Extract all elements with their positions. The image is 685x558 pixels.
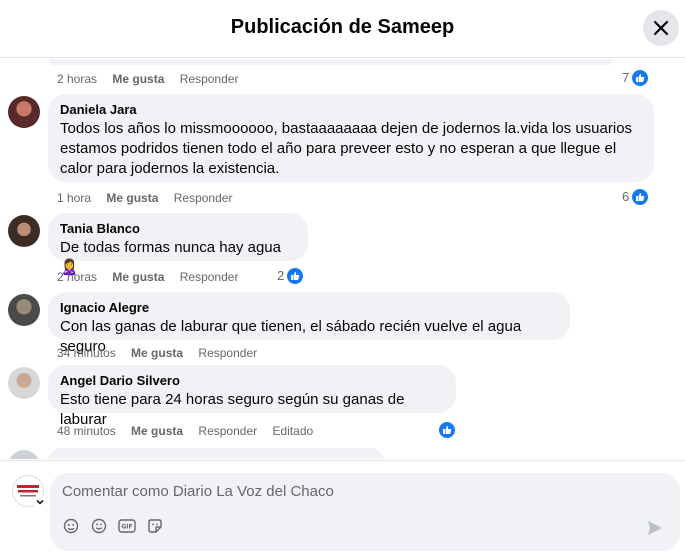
comment-bubble: Angel Dario Silvero Esto tiene para 24 h…: [48, 365, 456, 428]
comment-actions: 1 hora Me gusta Responder: [57, 190, 244, 206]
reaction-count-number: 2: [277, 268, 285, 283]
comment-bubble-partial: [48, 59, 613, 65]
reply-link[interactable]: Responder: [180, 72, 239, 86]
reaction-count[interactable]: 7: [622, 69, 650, 87]
reaction-count[interactable]: 6: [622, 188, 650, 206]
dialog-header: Publicación de Sameep: [0, 0, 685, 58]
emoji-button[interactable]: [90, 517, 108, 535]
thumbs-up-icon: [631, 188, 650, 206]
comment-actions: 34 minutos Me gusta Responder: [57, 345, 269, 361]
comment-input[interactable]: Comentar como Diario La Voz del Chaco: [62, 483, 334, 500]
reply-link[interactable]: Responder: [198, 424, 257, 438]
comment-actions: 2 horas Me gusta Responder: [57, 269, 250, 285]
like-link[interactable]: Me gusta: [131, 346, 183, 360]
comment-text: Todos los años lo missmoooooo, bastaaaaa…: [60, 120, 633, 177]
emoji-icon: [91, 518, 107, 534]
like-link[interactable]: Me gusta: [112, 270, 164, 284]
thumbs-up-icon: [631, 69, 650, 87]
close-icon: [653, 20, 669, 36]
comment-author[interactable]: Tania Blanco: [60, 221, 296, 237]
svg-text:GIF: GIF: [121, 524, 132, 531]
comment-bubble-partial: [48, 448, 384, 459]
composer-toolbar: GIF: [62, 517, 164, 535]
comment-time[interactable]: 48 minutos: [57, 424, 116, 438]
reaction-count-number: 7: [622, 70, 630, 85]
like-link[interactable]: Me gusta: [112, 72, 164, 86]
sticker-button[interactable]: [146, 517, 164, 535]
reaction-count-number: 6: [622, 189, 630, 204]
gif-icon: GIF: [118, 519, 136, 533]
avatar[interactable]: [8, 367, 40, 399]
thumbs-up-icon: [438, 421, 456, 439]
comment-time[interactable]: 2 horas: [57, 270, 97, 284]
chevron-down-icon: [36, 499, 44, 505]
comments-feed[interactable]: 2 horas Me gusta Responder 7 Daniela Jar…: [0, 59, 685, 459]
comment-input-box[interactable]: Comentar como Diario La Voz del Chaco GI…: [50, 473, 680, 551]
sticker-icon: [148, 519, 162, 533]
comment-actions: 48 minutos Me gusta Responder Editado: [57, 423, 325, 439]
dialog-title: Publicación de Sameep: [230, 16, 455, 38]
reply-link[interactable]: Responder: [198, 346, 257, 360]
like-link[interactable]: Me gusta: [131, 424, 183, 438]
thumbs-up-icon: [286, 267, 305, 285]
avatar[interactable]: [8, 215, 40, 247]
gif-button[interactable]: GIF: [118, 517, 136, 535]
avatar[interactable]: [8, 294, 40, 326]
avatar[interactable]: [8, 96, 40, 128]
like-link[interactable]: Me gusta: [106, 191, 158, 205]
reaction-count[interactable]: 2: [277, 267, 305, 285]
comment-time[interactable]: 1 hora: [57, 191, 91, 205]
profile-switcher[interactable]: [34, 496, 46, 508]
close-button[interactable]: [643, 10, 679, 46]
comment-actions: 2 horas Me gusta Responder: [57, 71, 250, 87]
edited-label: Editado: [272, 424, 314, 438]
comment-bubble: Tania Blanco De todas formas nunca hay a…: [48, 213, 308, 276]
comment-author[interactable]: Angel Dario Silvero: [60, 373, 444, 389]
comment-time[interactable]: 2 horas: [57, 72, 97, 86]
comment-composer: Comentar como Diario La Voz del Chaco GI…: [0, 460, 685, 558]
comment-time[interactable]: 34 minutos: [57, 346, 116, 360]
comment-bubble: Daniela Jara Todos los años lo missmoooo…: [48, 94, 654, 182]
reply-link[interactable]: Responder: [174, 191, 233, 205]
avatar[interactable]: [8, 450, 40, 459]
comment-author[interactable]: Daniela Jara: [60, 102, 642, 118]
reaction-count[interactable]: [436, 421, 456, 439]
comment-author[interactable]: Ignacio Alegre: [60, 300, 558, 316]
avatar-sticker-icon: [63, 518, 79, 534]
avatar-sticker-button[interactable]: [62, 517, 80, 535]
comment-bubble: Ignacio Alegre Con las ganas de laburar …: [48, 292, 570, 355]
reply-link[interactable]: Responder: [180, 270, 239, 284]
send-button[interactable]: [646, 519, 666, 539]
send-icon: [648, 521, 662, 535]
